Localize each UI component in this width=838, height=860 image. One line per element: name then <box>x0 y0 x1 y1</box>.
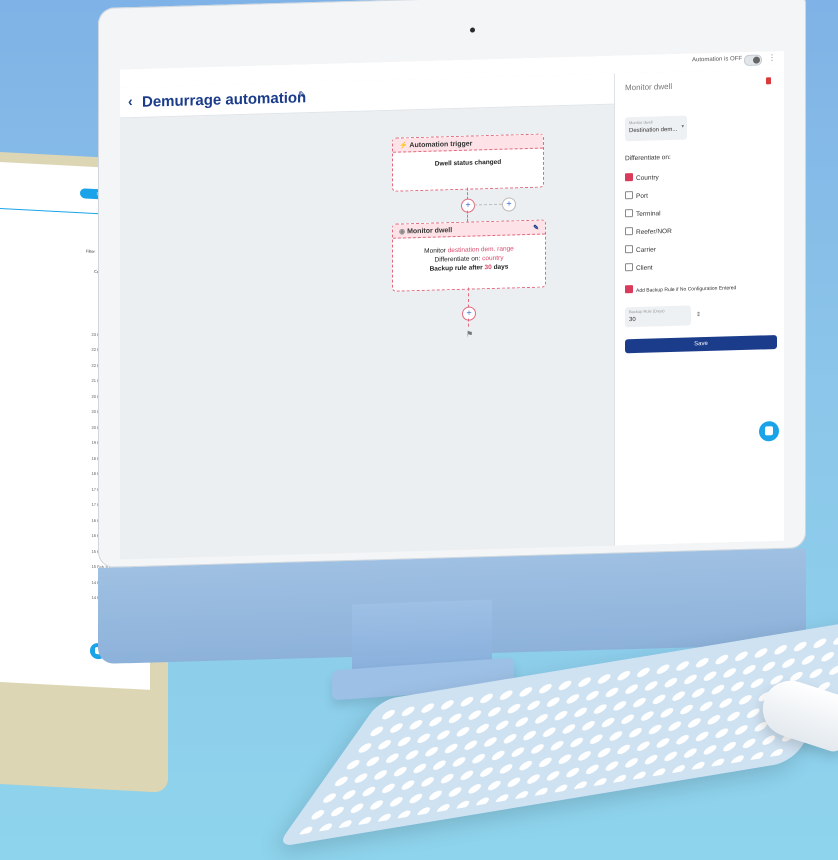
option-checkbox[interactable] <box>625 173 633 182</box>
option-checkbox[interactable] <box>625 209 633 218</box>
flow-canvas: ⚡ Automation trigger Dwell status change… <box>120 104 614 560</box>
option-label: Terminal <box>636 210 661 218</box>
option-checkbox[interactable] <box>625 191 633 200</box>
backup-checkbox-row[interactable]: Add Backup Rule if No Configuration Ente… <box>625 282 736 295</box>
eye-icon: ◉ <box>399 228 406 236</box>
save-button[interactable]: Save <box>625 335 777 354</box>
trigger-title: Automation trigger <box>409 140 473 150</box>
option-checkbox[interactable] <box>625 227 633 236</box>
backup-checkbox[interactable] <box>625 285 633 294</box>
automation-toggle[interactable] <box>744 54 762 66</box>
option-checkbox[interactable] <box>625 245 633 254</box>
pencil-icon[interactable]: ✎ <box>298 90 306 101</box>
option-label: Client <box>636 264 653 272</box>
option-row[interactable]: Port <box>625 191 648 202</box>
bolt-icon: ⚡ <box>399 142 408 150</box>
stepper-icon[interactable]: ⇕ <box>696 311 701 318</box>
select-label: Monitor dwell <box>629 119 653 126</box>
monitor-select[interactable]: Monitor dwell Destination dem... ▾ <box>625 115 687 142</box>
add-branch-icon[interactable]: + <box>502 197 516 212</box>
more-icon[interactable]: ⋮ <box>768 53 776 62</box>
option-label: Port <box>636 192 648 200</box>
add-step-icon[interactable]: + <box>462 306 476 321</box>
trigger-body: Dwell status changed <box>393 149 543 169</box>
main-screen: Automation is OFF ⋮ ‹ Demurrage automati… <box>120 50 784 560</box>
option-row[interactable]: Terminal <box>625 208 661 219</box>
monitor-title: Monitor dwell <box>407 227 453 236</box>
panel-title: Monitor dwell <box>625 81 673 93</box>
chat-icon[interactable] <box>759 420 779 442</box>
flag-icon: ⚑ <box>466 329 474 339</box>
trash-icon[interactable] <box>766 77 771 85</box>
trigger-condition: Dwell status changed <box>434 158 502 168</box>
add-step-icon[interactable]: + <box>461 198 475 213</box>
differentiate-label: Differentiate on: <box>625 154 671 163</box>
option-row[interactable]: Reefer/NOR <box>625 226 672 237</box>
caret-down-icon: ▾ <box>681 123 684 130</box>
connector-line <box>467 210 468 222</box>
automation-status: Automation is OFF <box>691 56 742 64</box>
option-label: Country <box>636 174 659 182</box>
branch-line <box>474 203 502 206</box>
backup-days-input[interactable]: Backup Rule (Days) 30 ⇕ <box>625 305 701 328</box>
option-label: Reefer/NOR <box>636 227 672 236</box>
chevron-left-icon[interactable]: ‹ <box>128 93 133 109</box>
select-value: Destination dem... <box>629 126 678 135</box>
main-monitor: Automation is OFF ⋮ ‹ Demurrage automati… <box>98 0 806 664</box>
monitor-body: Monitor destination dem. range Different… <box>393 235 545 275</box>
option-row[interactable]: Country <box>625 172 659 183</box>
connector-line <box>468 318 469 327</box>
option-checkbox[interactable] <box>625 263 633 272</box>
option-label: Carrier <box>636 246 656 254</box>
monitor-card[interactable]: ◉ Monitor dwell ✎ Monitor destination de… <box>392 219 546 292</box>
backup-label: Add Backup Rule if No Configuration Ente… <box>636 285 737 294</box>
settings-panel: Monitor dwell Monitor dwell Destination … <box>614 68 784 546</box>
backup-days-value: 30 <box>629 316 636 324</box>
option-row[interactable]: Client <box>625 263 653 274</box>
option-row[interactable]: Carrier <box>625 244 656 255</box>
trigger-card[interactable]: ⚡ Automation trigger Dwell status change… <box>392 133 544 192</box>
backup-days-label: Backup Rule (Days) <box>629 308 665 315</box>
pencil-icon[interactable]: ✎ <box>533 224 539 232</box>
filter-button[interactable]: Filter <box>86 249 95 254</box>
connector-line <box>468 287 469 308</box>
page-title: Demurrage automation <box>142 89 307 111</box>
